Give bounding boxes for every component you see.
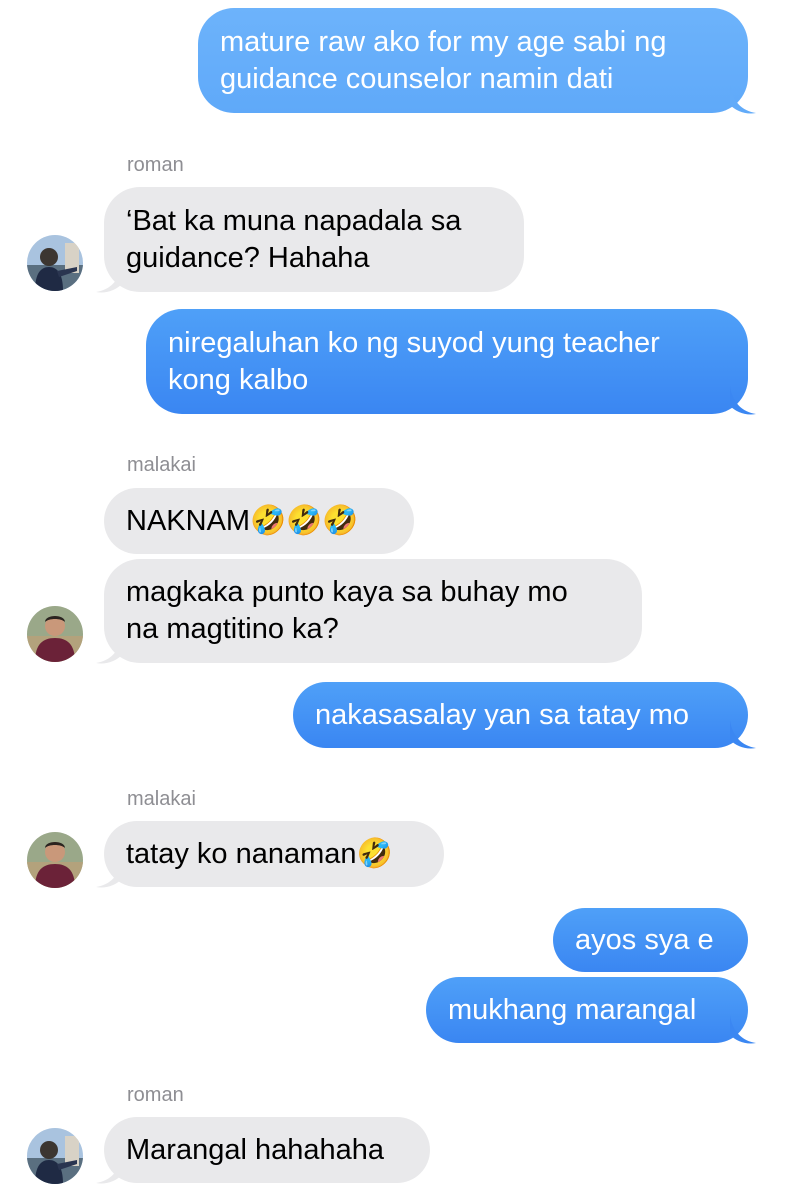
message-text: ‘Bat ka muna napadala sa (126, 204, 462, 237)
sender-name: roman (127, 1084, 184, 1106)
avatar-malakai[interactable] (27, 832, 83, 888)
outgoing-message-bubble[interactable]: mature raw ako for my age sabi ng guidan… (198, 8, 748, 113)
sender-name: malakai (127, 788, 196, 810)
message-text: ayos sya e (575, 923, 714, 956)
avatar-roman[interactable] (27, 1128, 83, 1184)
message-text: guidance counselor namin dati (220, 62, 614, 95)
outgoing-message-bubble[interactable]: ayos sya e (553, 908, 748, 972)
incoming-message-bubble[interactable]: ‘Bat ka muna napadala sa guidance? Hahah… (104, 187, 524, 292)
person-photo-icon (27, 235, 83, 291)
incoming-bubble-tail (96, 859, 122, 888)
incoming-message-bubble[interactable]: tatay ko nanaman🤣 (104, 821, 444, 887)
avatar-malakai[interactable] (27, 606, 83, 662)
message-text: NAKNAM🤣🤣🤣 (126, 504, 359, 537)
incoming-message-bubble[interactable]: NAKNAM🤣🤣🤣 (104, 488, 414, 554)
outgoing-bubble-tail (730, 1015, 756, 1044)
message-text: mature raw ako for my age sabi ng (220, 25, 667, 58)
message-text: mukhang marangal (448, 993, 697, 1026)
outgoing-message-bubble[interactable]: mukhang marangal (426, 977, 748, 1043)
message-text: nakasasalay yan sa tatay mo (315, 698, 689, 731)
sender-name: roman (127, 154, 184, 176)
outgoing-bubble-tail (730, 85, 756, 114)
incoming-message-bubble[interactable]: magkaka punto kaya sa buhay mo na magtit… (104, 559, 642, 663)
person-photo-icon (27, 1128, 83, 1184)
outgoing-bubble-tail (730, 386, 756, 415)
outgoing-message-bubble[interactable]: niregaluhan ko ng suyod yung teacher kon… (146, 309, 748, 414)
sender-name: malakai (127, 454, 196, 476)
message-text: kong kalbo (168, 363, 309, 396)
message-text: na magtitino ka? (126, 613, 339, 645)
avatar-roman[interactable] (27, 235, 83, 291)
incoming-bubble-tail (96, 635, 122, 664)
incoming-bubble-tail (96, 264, 122, 293)
incoming-message-bubble[interactable]: Marangal hahahaha (104, 1117, 430, 1183)
message-text: tatay ko nanaman🤣 (126, 837, 393, 870)
outgoing-message-bubble[interactable]: nakasasalay yan sa tatay mo (293, 682, 748, 748)
message-text: niregaluhan ko ng suyod yung teacher (168, 326, 660, 359)
person-photo-icon (27, 606, 83, 662)
message-text: Marangal hahahaha (126, 1133, 384, 1166)
message-text: magkaka punto kaya sa buhay mo (126, 576, 568, 608)
outgoing-bubble-tail (730, 720, 756, 749)
incoming-bubble-tail (96, 1155, 122, 1184)
message-text: guidance? Hahaha (126, 241, 370, 274)
person-photo-icon (27, 832, 83, 888)
